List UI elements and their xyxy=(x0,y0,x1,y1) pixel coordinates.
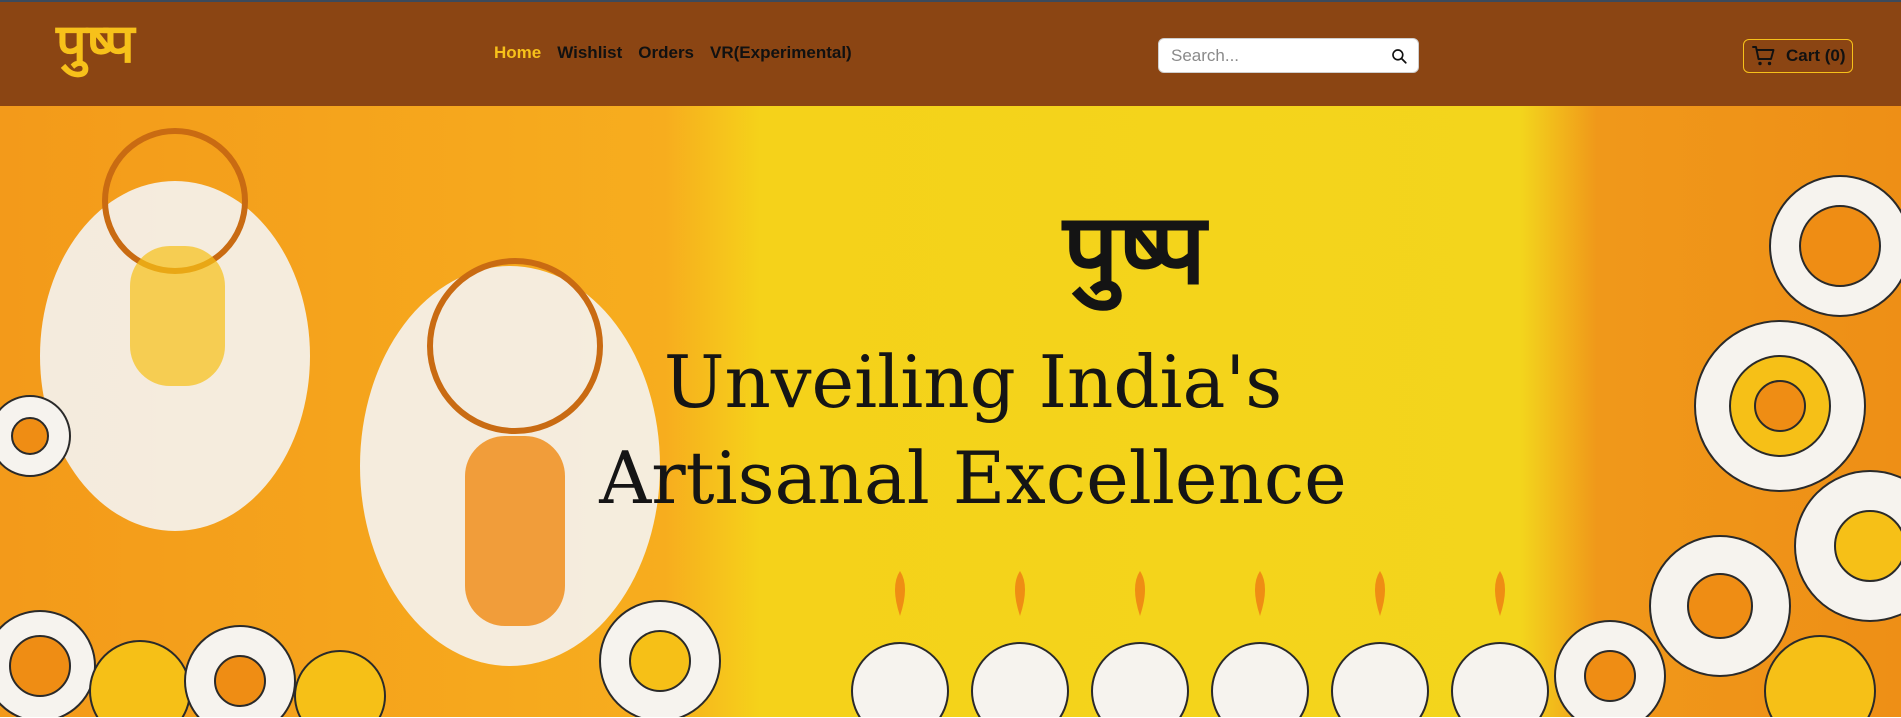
nav-link-orders[interactable]: Orders xyxy=(638,43,694,63)
search-input[interactable] xyxy=(1159,39,1379,72)
cart-icon xyxy=(1752,46,1775,66)
main-nav: Home Wishlist Orders VR(Experimental) xyxy=(494,43,852,63)
nav-link-wishlist[interactable]: Wishlist xyxy=(557,43,622,63)
nav-link-vr[interactable]: VR(Experimental) xyxy=(710,43,852,63)
top-navbar: पुष्प Home Wishlist Orders VR(Experiment… xyxy=(0,0,1901,106)
hero-tagline-line-1: Unveiling India's xyxy=(663,340,1283,424)
hero-banner: पुष्प Unveiling India's Artisanal Excell… xyxy=(0,106,1901,717)
hero-logo-title: पुष्प xyxy=(1063,192,1206,307)
hero-tagline-line-2: Artisanal Excellence xyxy=(599,436,1347,520)
cart-button[interactable]: Cart (0) xyxy=(1743,39,1853,73)
search-bar xyxy=(1158,38,1419,73)
search-icon[interactable] xyxy=(1390,47,1408,65)
nav-link-home[interactable]: Home xyxy=(494,43,541,63)
cart-label: Cart (0) xyxy=(1786,46,1846,65)
brand-logo[interactable]: पुष्प xyxy=(56,16,135,70)
